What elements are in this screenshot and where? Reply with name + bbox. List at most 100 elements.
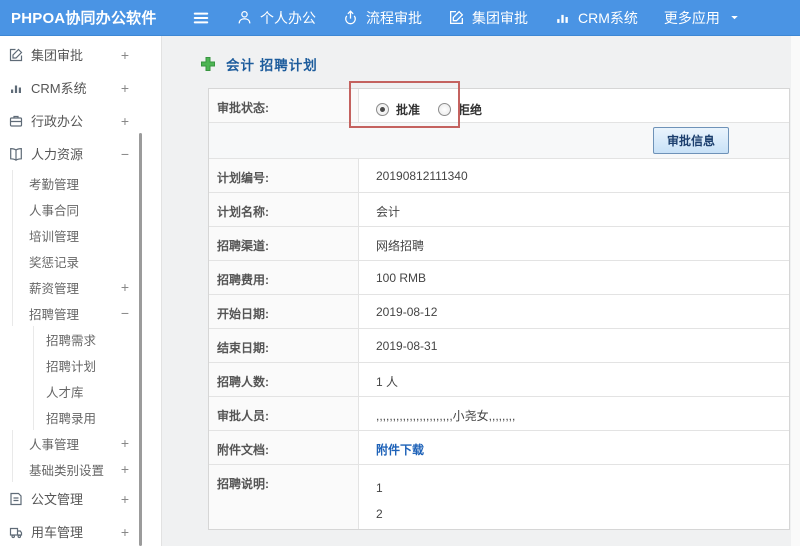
nav-item-user[interactable]: 个人办公	[236, 8, 316, 28]
sidebar-item-公文管理[interactable]: 公文管理 +	[0, 482, 161, 515]
sidebar-item-label: 招聘需求	[46, 333, 97, 348]
radio-option-拒绝[interactable]: 拒绝	[438, 101, 482, 118]
field-label: 结束日期:	[209, 329, 359, 362]
sidebar-item-label: 人才库	[46, 385, 84, 400]
sidebar-item-label: 招聘计划	[46, 359, 97, 374]
sidebar-item-label: 人事管理	[29, 437, 80, 452]
sidebar-scrollbar[interactable]	[139, 133, 142, 546]
nav-item-caret[interactable]: 更多应用	[664, 8, 741, 28]
description-line: 2	[376, 507, 383, 521]
radio-label: 拒绝	[458, 102, 483, 117]
field-value: 20190812111340	[376, 169, 468, 183]
sidebar-item-label: 人力资源	[31, 147, 84, 162]
app-header: PHPOA协同办公软件 个人办公 流程审批 集团审批 CRM系统 更多应用	[0, 0, 800, 36]
page-title-text: 会计 招聘计划	[226, 58, 318, 73]
field-value: 会计	[376, 205, 401, 219]
sidebar-item-label: 公文管理	[31, 492, 84, 507]
caret-down-icon	[728, 11, 741, 24]
table-row-status: 审批状态: 批准 拒绝	[209, 89, 789, 123]
field-label: 附件文档:	[209, 431, 359, 464]
nav-item-label: 流程审批	[366, 9, 422, 26]
table-row: 招聘渠道: 网络招聘	[209, 227, 789, 261]
sidebar-item-label: 行政办公	[31, 114, 84, 129]
field-value: 附件下载	[359, 431, 789, 464]
sidebar-item-label: 培训管理	[29, 229, 80, 244]
approval-info-button[interactable]: 审批信息	[652, 127, 729, 154]
radio-unselected-icon[interactable]	[438, 102, 452, 116]
table-row: 计划编号: 20190812111340	[209, 159, 789, 193]
expand-toggle-icon[interactable]: +	[121, 113, 129, 129]
field-value: ,,,,,,,,,,,,,,,,,,,,,,,小尧女,,,,,,,,	[376, 409, 516, 423]
expand-toggle-icon[interactable]: +	[121, 491, 129, 507]
page-title: 会计 招聘计划	[200, 54, 318, 74]
expand-toggle-icon[interactable]: −	[121, 305, 129, 321]
page-scrollbar[interactable]	[791, 36, 800, 546]
nav-item-label: 更多应用	[663, 9, 720, 26]
sidebar-item-集团审批[interactable]: 集团审批 +	[0, 38, 161, 71]
field-value: 12	[359, 465, 789, 529]
sidebar-item-label: 用车管理	[31, 525, 84, 540]
expand-toggle-icon[interactable]: +	[121, 279, 129, 295]
field-value: 2019-08-12	[376, 305, 438, 319]
briefcase-icon	[8, 113, 24, 129]
field-label: 审批状态:	[209, 89, 359, 122]
sidebar-item-CRM系统[interactable]: CRM系统 +	[0, 71, 161, 104]
nav-item-label: 集团审批	[472, 9, 528, 26]
expand-toggle-icon[interactable]: +	[121, 80, 129, 96]
expand-toggle-icon[interactable]: +	[121, 524, 129, 540]
table-row: 招聘人数: 1 人	[209, 363, 789, 397]
field-label: 计划名称:	[209, 193, 359, 226]
field-label: 招聘说明:	[209, 465, 359, 529]
description-line: 1	[376, 481, 383, 495]
field-value: 100 RMB	[376, 271, 427, 285]
expand-toggle-icon[interactable]: +	[121, 435, 129, 451]
nav-item-label: CRM系统	[578, 9, 638, 26]
expand-toggle-icon[interactable]: +	[121, 47, 129, 63]
expand-toggle-icon[interactable]: −	[121, 146, 129, 162]
table-row: 计划名称: 会计	[209, 193, 789, 227]
sidebar-item-label: CRM系统	[31, 81, 87, 96]
book-icon	[8, 146, 24, 162]
field-value: 2019-08-31	[376, 339, 438, 353]
field-label: 招聘渠道:	[209, 227, 359, 260]
field-label: 计划编号:	[209, 159, 359, 192]
expand-toggle-icon[interactable]: +	[121, 461, 129, 477]
chart-icon	[8, 80, 24, 96]
radio-selected-icon[interactable]	[376, 102, 389, 116]
top-nav: 个人办公 流程审批 集团审批 CRM系统 更多应用	[236, 8, 767, 28]
edit-icon	[8, 47, 24, 63]
sidebar-item-用车管理[interactable]: 用车管理 +	[0, 515, 161, 546]
sidebar-item-label: 人事合同	[29, 203, 80, 218]
table-row: 开始日期: 2019-08-12	[209, 295, 789, 329]
table-row: 招聘费用: 100 RMB	[209, 261, 789, 295]
app-logo: PHPOA协同办公软件	[11, 10, 157, 27]
table-row-actions: 审批信息	[209, 123, 789, 159]
radio-option-批准[interactable]: 批准	[376, 101, 420, 118]
sidebar-item-行政办公[interactable]: 行政办公 +	[0, 104, 161, 137]
field-value: 网络招聘	[376, 239, 425, 253]
field-value: 1 人	[376, 375, 399, 389]
edit-icon	[448, 9, 465, 26]
nav-item-edit[interactable]: 集团审批	[448, 8, 528, 28]
doc-icon	[8, 491, 24, 507]
sidebar: 集团审批 + CRM系统 + 行政办公 + 人力资源 − 考勤管理 人事合同 培训管理 奖惩记录 薪资管…	[0, 36, 162, 546]
table-row: 招聘说明: 1 2	[209, 465, 789, 529]
field-label: 审批人员:	[209, 397, 359, 430]
nav-item-chart[interactable]: CRM系统	[554, 8, 638, 28]
flow-icon	[342, 9, 359, 26]
field-label: 招聘人数:	[209, 363, 359, 396]
table-row: 结束日期: 2019-08-31	[209, 329, 789, 363]
table-row: 附件文档: 附件下载	[209, 431, 789, 465]
nav-item-flow[interactable]: 流程审批	[342, 8, 422, 28]
field-label: 开始日期:	[209, 295, 359, 328]
user-icon	[236, 9, 253, 26]
menu-icon[interactable]	[188, 8, 214, 28]
chart-icon	[554, 9, 571, 26]
add-icon	[200, 56, 216, 72]
sidebar-item-label: 招聘管理	[29, 307, 80, 322]
attachment-download-link[interactable]: 附件下载	[376, 443, 424, 457]
sidebar-item-label: 薪资管理	[29, 281, 80, 296]
sidebar-item-label: 集团审批	[31, 48, 84, 63]
main-content: 会计 招聘计划 审批状态: 批准 拒绝 审批信息 计划编号: 20190812111…	[162, 36, 800, 546]
sidebar-item-人力资源[interactable]: 人力资源 −	[0, 137, 161, 170]
